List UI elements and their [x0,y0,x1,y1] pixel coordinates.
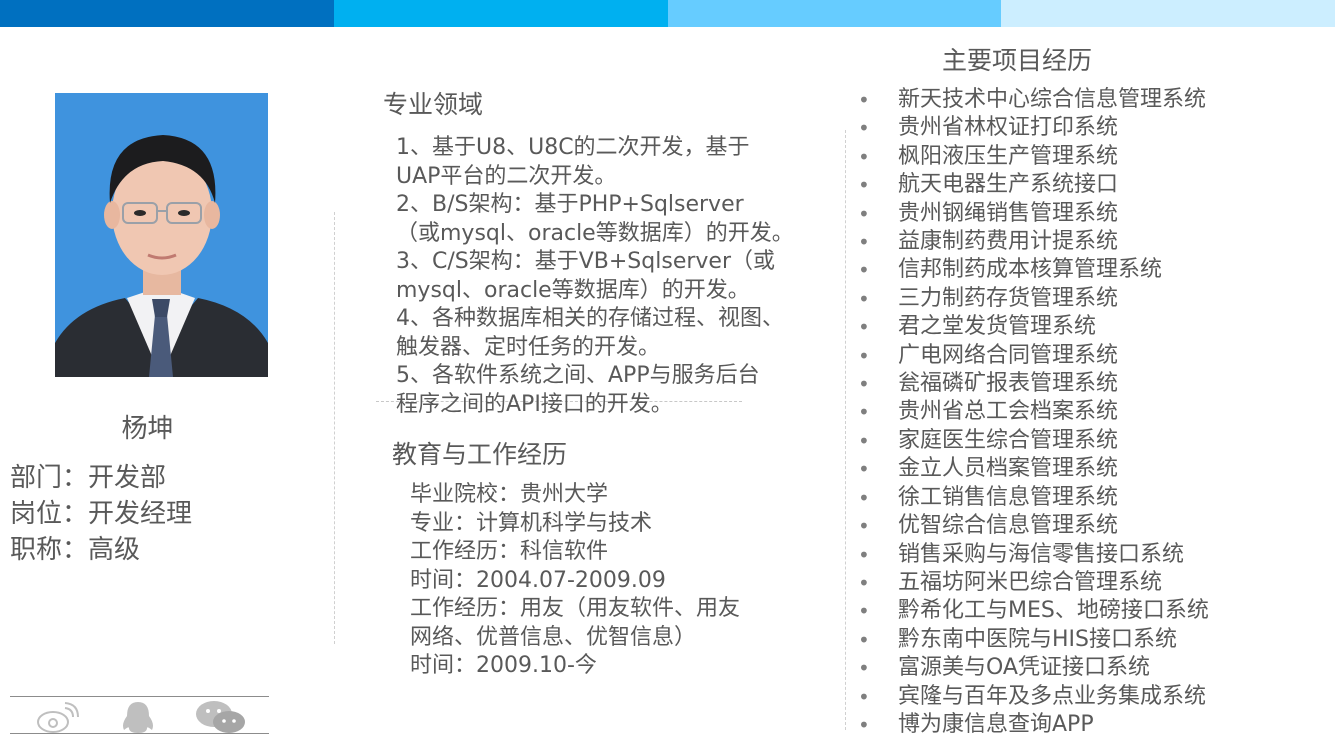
specialty-line: 程序之间的API接口的开发。 [396,391,673,417]
vertical-divider-left [334,212,335,644]
project-item: 君之堂发货管理系统 [858,313,1209,342]
education-line: 毕业院校：贵州大学 [410,482,609,507]
specialty-list: 1、基于U8、U8C的二次开发，基于 UAP平台的二次开发。 2、B/S架构：基于P… [396,134,816,419]
project-item: 枫阳液压生产管理系统 [858,143,1209,172]
project-item: 宾隆与百年及多点业务集成系统 [858,683,1209,712]
position-text: 岗位：开发经理 [10,499,193,529]
specialty-line: mysql、oracle等数据库）的开发。 [396,277,750,303]
specialty-line: UAP平台的二次开发。 [396,163,617,189]
project-item: 五福坊阿米巴综合管理系统 [858,569,1209,598]
project-item: 贵州省林权证打印系统 [858,114,1209,143]
project-item: 黔希化工与MES、地磅接口系统 [858,597,1209,626]
band-segment-1 [0,0,334,27]
education-line: 网络、优普信息、优智信息） [410,624,697,650]
profile-photo [55,93,268,377]
title-text: 职称：高级 [10,535,141,565]
project-item: 益康制药费用计提系统 [858,228,1209,257]
portrait-illustration [55,93,268,377]
qq-icon [123,702,153,733]
education-line: 时间：2009.10-今 [410,653,597,678]
project-item: 广电网络合同管理系统 [858,342,1209,371]
project-item: 徐工销售信息管理系统 [858,484,1209,513]
education-list: 毕业院校：贵州大学专业：计算机科学与技术 工作经历：科信软件时间：2004.07-… [410,481,830,681]
social-divider-top [10,696,269,697]
specialty-line: 5、各软件系统之间、APP与服务后台 [396,363,760,388]
projects-heading: 主要项目经历 [942,46,1093,75]
project-item: 贵州钢绳销售管理系统 [858,200,1209,229]
specialty-line: 触发器、定时任务的开发。 [396,334,661,360]
profile-info: 部门：开发部 岗位：开发经理 职称：高级 [10,460,192,568]
wechat-icon [196,701,245,733]
projects-list: 新天技术中心综合信息管理系统贵州省林权证打印系统枫阳液压生产管理系统航天电器生产… [858,86,1209,740]
specialty-heading: 专业领域 [383,90,484,119]
project-item: 信邦制药成本核算管理系统 [858,256,1209,285]
education-line: 专业：计算机科学与技术 [410,510,653,536]
band-segment-2 [333,0,668,27]
education-line: 工作经历：用友（用友软件、用友 [410,596,741,621]
vertical-divider-right [845,130,846,730]
top-color-band [0,0,1335,27]
project-item: 富源美与OA凭证接口系统 [858,654,1209,683]
weibo-icon [37,702,79,733]
project-item: 博为康信息查询APP [858,711,1209,740]
department-text: 部门：开发部 [10,463,167,493]
specialty-line: 2、B/S架构：基于PHP+Sqlserver [396,192,744,217]
band-segment-4 [1001,0,1335,27]
project-item: 三力制药存货管理系统 [858,285,1209,314]
profile-slide: 杨坤 部门：开发部 岗位：开发经理 职称：高级 专业领域 1、基于U8、U8C的… [0,0,1335,750]
education-line: 工作经历：科信软件 [410,539,609,564]
project-item: 新天技术中心综合信息管理系统 [858,86,1209,115]
band-segment-3 [667,0,1002,27]
project-item: 贵州省总工会档案系统 [858,398,1209,427]
education-heading: 教育与工作经历 [392,440,568,469]
education-line: 时间：2004.07-2009.09 [410,567,666,593]
person-name: 杨坤 [121,414,174,444]
specialty-line: （或mysql、oracle等数据库）的开发。 [396,220,794,246]
project-item: 金立人员档案管理系统 [858,455,1209,484]
specialty-line: 1、基于U8、U8C的二次开发，基于 [396,135,750,160]
project-item: 航天电器生产系统接口 [858,171,1209,200]
project-item: 优智综合信息管理系统 [858,512,1209,541]
project-item: 销售采购与海信零售接口系统 [858,541,1209,570]
specialty-line: 3、C/S架构：基于VB+Sqlserver（或 [396,249,775,274]
project-item: 家庭医生综合管理系统 [858,427,1209,456]
project-item: 黔东南中医院与HIS接口系统 [858,626,1209,655]
project-item: 瓮福磷矿报表管理系统 [858,370,1209,399]
specialty-line: 4、各种数据库相关的存储过程、视图、 [396,306,784,331]
